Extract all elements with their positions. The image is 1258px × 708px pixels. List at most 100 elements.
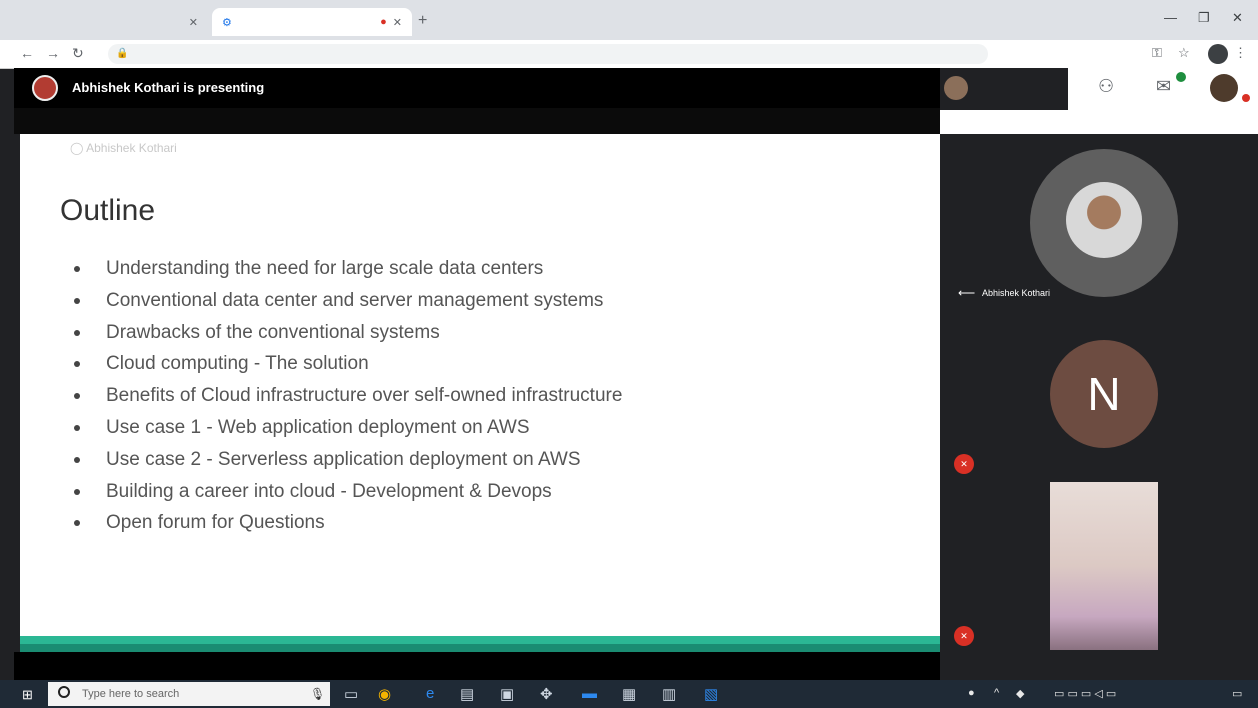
edge-icon[interactable]: e — [426, 685, 434, 702]
slide-header-left-text: Abhishek Kothari — [86, 141, 177, 155]
taskbar-search-placeholder: Type here to search — [82, 688, 180, 700]
profile-avatar[interactable] — [1208, 44, 1228, 64]
presentation-slide: ◯ Abhishek Kothari Outline Understanding… — [20, 134, 940, 644]
bullet-icon — [74, 488, 80, 495]
slide-title: Outline — [60, 194, 156, 227]
people-icon[interactable]: ⚇ — [1098, 76, 1114, 97]
store-icon[interactable]: ▣ — [500, 685, 514, 703]
participant-initial-avatar[interactable]: N — [1050, 340, 1158, 448]
tray-network-icon[interactable]: ◆ — [1016, 687, 1024, 700]
bullet-icon — [74, 297, 80, 304]
list-item: Use case 2 - Serverless application depl… — [70, 449, 622, 481]
close-window-icon[interactable]: ✕ — [1232, 10, 1243, 26]
calculator-icon[interactable]: ▥ — [662, 685, 676, 703]
windows-start-icon[interactable]: ⊞ — [22, 687, 33, 703]
tray-icons[interactable]: ▭ ▭ ▭ ◁ ▭ — [1054, 687, 1116, 700]
mail-icon[interactable]: ▤ — [460, 685, 474, 703]
chat-icon[interactable]: ✉ — [1156, 76, 1171, 97]
bullet-icon — [74, 424, 80, 431]
url-field[interactable]: 🔒 — [108, 44, 988, 64]
bullet-icon — [74, 393, 80, 400]
list-item-text: Use case 1 - Web application deployment … — [106, 416, 530, 438]
people-summary[interactable] — [940, 68, 1068, 110]
list-item: Use case 1 - Web application deployment … — [70, 417, 622, 449]
close-tab-icon[interactable]: ✕ — [189, 16, 198, 29]
word-icon[interactable]: ▧ — [704, 685, 718, 703]
presentation-header-spacer — [14, 108, 940, 134]
key-icon[interactable]: ⚿ — [1152, 45, 1162, 61]
lock-icon: 🔒 — [116, 48, 129, 59]
address-bar-row: ← → ↻ 🔒 ⚿ ☆ ⋮ — [0, 40, 1258, 69]
new-tab-icon[interactable]: + — [418, 12, 427, 30]
list-item-text: Building a career into cloud - Developme… — [106, 480, 552, 502]
meeting-top-controls: ⚇ ✉ — [940, 68, 1258, 134]
presenter-tile[interactable] — [1030, 149, 1178, 297]
list-item-text: Benefits of Cloud infrastructure over se… — [106, 385, 623, 407]
alert-dot — [1242, 94, 1250, 102]
tab-favicon-icon: ⚙ — [222, 16, 232, 29]
tray-app-icon[interactable]: ● — [968, 687, 975, 699]
close-tab-icon[interactable]: ✕ — [393, 16, 402, 29]
browser-tab-bar: ✕ ⚙ ● ✕ + — ❐ ✕ — [0, 0, 1258, 40]
minimize-icon[interactable]: — — [1164, 10, 1177, 25]
browser-tab-inactive[interactable]: ✕ — [10, 8, 208, 36]
browser-tab-active[interactable]: ⚙ ● ✕ — [212, 8, 412, 36]
mic-off-icon: ✕ — [954, 626, 974, 646]
bullet-icon — [74, 266, 80, 272]
list-item-text: Cloud computing - The solution — [106, 353, 369, 375]
list-item-text: Use case 2 - Serverless application depl… — [106, 448, 581, 470]
people-avatar — [944, 76, 968, 100]
participant-tiles: ⟵ Abhishek Kothari N ✕ ✕ — [940, 134, 1258, 680]
list-item: Understanding the need for large scale d… — [70, 258, 622, 290]
chat-badge — [1176, 72, 1186, 82]
files-icon[interactable]: ▦ — [622, 685, 636, 703]
presentation-footer — [14, 652, 940, 680]
list-item: Cloud computing - The solution — [70, 353, 622, 385]
taskbar-search[interactable]: Type here to search 🎙 — [48, 682, 330, 706]
outline-list: Understanding the need for large scale d… — [70, 258, 622, 544]
task-view-icon[interactable]: ▭ — [344, 685, 358, 703]
list-item-text: Drawbacks of the conventional systems — [106, 321, 440, 343]
star-icon[interactable]: ☆ — [1178, 45, 1190, 61]
search-icon — [58, 686, 70, 698]
back-icon[interactable]: ← — [20, 45, 34, 61]
list-item: Building a career into cloud - Developme… — [70, 481, 622, 513]
app-icon[interactable]: ▬ — [582, 685, 597, 702]
maximize-icon[interactable]: ❐ — [1198, 10, 1210, 26]
menu-dots-icon[interactable]: ⋮ — [1234, 45, 1247, 61]
reload-icon[interactable]: ↻ — [72, 45, 84, 62]
slide-header-left: ◯ Abhishek Kothari — [70, 141, 177, 155]
mic-off-icon: ✕ — [954, 454, 974, 474]
bullet-icon — [74, 520, 80, 527]
participant-video[interactable] — [1050, 482, 1158, 650]
slide-header: ◯ Abhishek Kothari — [20, 136, 940, 160]
bullet-icon — [74, 456, 80, 463]
list-item: Conventional data center and server mana… — [70, 290, 622, 322]
presenter-photo — [1066, 182, 1142, 258]
forward-icon[interactable]: → — [46, 45, 60, 61]
list-item: Open forum for Questions — [70, 512, 622, 544]
list-item-text: Open forum for Questions — [106, 512, 325, 534]
slide-accent-bar — [20, 636, 940, 644]
presenter-avatar — [32, 75, 58, 101]
list-item-text: Understanding the need for large scale d… — [106, 258, 544, 279]
bullet-icon — [74, 329, 80, 336]
list-item: Drawbacks of the conventional systems — [70, 322, 622, 354]
chrome-icon[interactable]: ◉ — [378, 685, 391, 703]
presentation-header: Abhishek Kothari is presenting — [14, 68, 940, 108]
bullet-icon — [74, 361, 80, 368]
participant-name: Abhishek Kothari — [982, 288, 1051, 298]
dropbox-icon[interactable]: ✥ — [540, 685, 553, 703]
list-item-text: Conventional data center and server mana… — [106, 289, 604, 311]
notifications-icon[interactable]: ▭ — [1232, 687, 1242, 700]
list-item: Benefits of Cloud infrastructure over se… — [70, 385, 622, 417]
circle-icon: ◯ — [70, 141, 84, 155]
self-avatar[interactable] — [1210, 74, 1238, 102]
mic-icon[interactable]: 🎙 — [310, 682, 325, 706]
recording-dot-icon: ● — [380, 16, 387, 28]
presenting-label: Abhishek Kothari is presenting — [72, 80, 265, 95]
tray-chevron-icon[interactable]: ^ — [994, 687, 999, 699]
pin-icon[interactable]: ⟵ — [958, 286, 975, 300]
slide-bottom-strip — [20, 644, 940, 652]
windows-taskbar: ⊞ Type here to search 🎙 ▭ ◉ e ▤ ▣ ✥ ▬ ▦ … — [0, 680, 1258, 708]
